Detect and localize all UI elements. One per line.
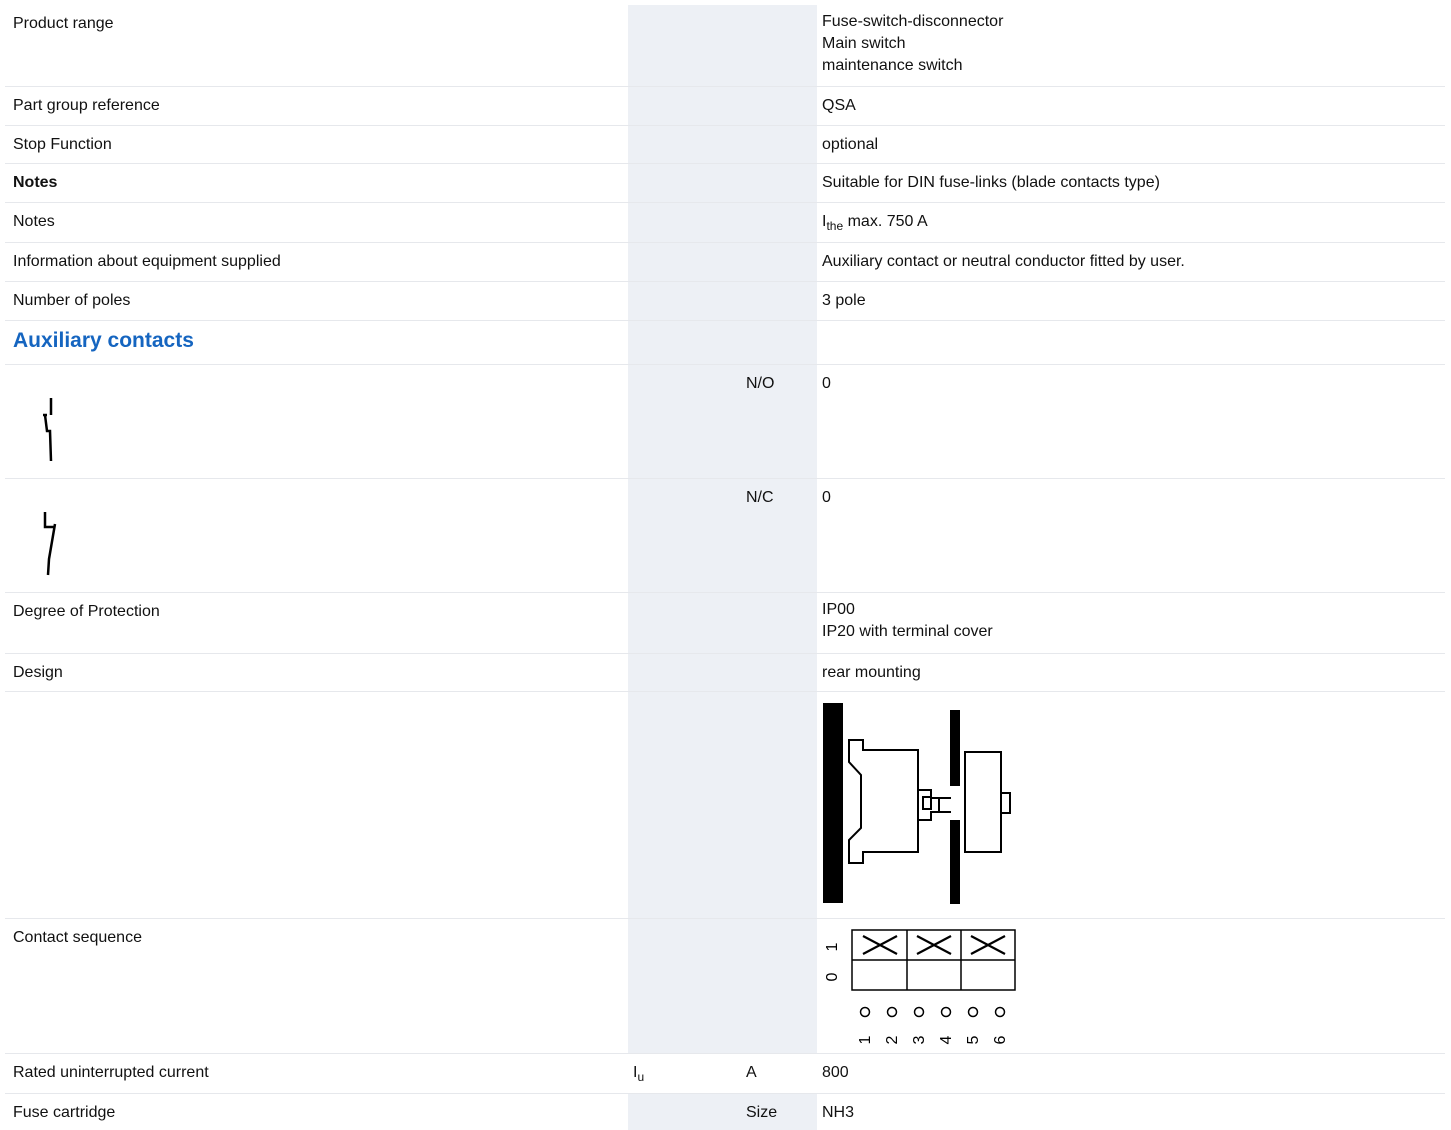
label-design: Design xyxy=(13,664,63,681)
value-line: IP20 with terminal cover xyxy=(822,623,993,640)
normally-closed-contact-icon xyxy=(43,512,57,576)
label-notes: Notes xyxy=(13,213,55,230)
value-line: Fuse-switch-disconnector xyxy=(822,13,1004,30)
row-equipment-supplied: Information about equipment supplied Aux… xyxy=(5,243,1445,282)
value-rated-current: 800 xyxy=(822,1064,849,1081)
value-line: Main switch xyxy=(822,35,906,52)
position-label: 1 xyxy=(824,942,841,951)
value-notes: Ithe max. 750 A xyxy=(822,211,1442,233)
label-poles: Number of poles xyxy=(13,292,131,309)
value-fuse-cartridge: NH3 xyxy=(822,1104,855,1121)
value-aux-nc: 0 xyxy=(822,489,831,506)
label-product-range: Product range xyxy=(13,15,114,32)
value-poles: 3 pole xyxy=(822,292,866,309)
terminal-number: 1 xyxy=(857,1035,874,1044)
value-equipment-supplied: Auxiliary contact or neutral conductor f… xyxy=(822,253,1185,270)
unit-nc: N/C xyxy=(746,489,774,506)
label-equipment-supplied: Information about equipment supplied xyxy=(13,253,281,270)
terminal-labels: 1 2 3 4 5 6 xyxy=(857,1006,1009,1044)
unit-rated-current: A xyxy=(746,1064,757,1081)
spec-sheet: Product range Fuse-switch-disconnector M… xyxy=(0,0,1451,1130)
value-protection: IP00 IP20 with terminal cover xyxy=(822,599,1442,643)
unit-fuse-cartridge: Size xyxy=(746,1104,778,1121)
label-protection: Degree of Protection xyxy=(13,603,160,620)
row-product-range: Product range Fuse-switch-disconnector M… xyxy=(5,5,1445,87)
value-line: maintenance switch xyxy=(822,57,963,74)
normally-open-contact-icon xyxy=(43,398,53,462)
row-part-group: Part group reference QSA xyxy=(5,87,1445,126)
current-subscript: u xyxy=(637,1070,645,1084)
label-notes-bold: Notes xyxy=(13,174,58,191)
row-notes: Notes Ithe max. 750 A xyxy=(5,203,1445,243)
row-rated-current: Rated uninterrupted current Iu A 800 xyxy=(5,1054,1445,1094)
row-stop-function: Stop Function optional xyxy=(5,126,1445,164)
terminal-number: 2 xyxy=(884,1035,901,1044)
row-design: Design rear mounting xyxy=(5,654,1445,692)
value-product-range: Fuse-switch-disconnector Main switch mai… xyxy=(822,11,1442,77)
value-stop-function: optional xyxy=(822,136,879,153)
terminal-number: 6 xyxy=(992,1035,1009,1044)
value-line: IP00 xyxy=(822,601,855,618)
value-notes-text: max. 750 A xyxy=(843,213,928,230)
value-part-group: QSA xyxy=(822,97,856,114)
rear-mounting-diagram-icon xyxy=(823,703,1011,904)
position-label: 0 xyxy=(824,972,841,981)
label-rated-current: Rated uninterrupted current xyxy=(13,1064,209,1081)
value-notes-bold: Suitable for DIN fuse-links (blade conta… xyxy=(822,174,1160,191)
section-heading-auxiliary-contacts: Auxiliary contacts xyxy=(13,329,194,352)
row-notes-bold: Notes Suitable for DIN fuse-links (blade… xyxy=(5,164,1445,203)
contact-sequence-diagram: 1 0 1 2 3 4 5 6 xyxy=(824,929,1016,1044)
terminal-number: 5 xyxy=(965,1035,982,1044)
current-subscript: the xyxy=(826,219,844,233)
closed-contact-marks xyxy=(862,935,1006,955)
value-aux-no: 0 xyxy=(822,375,831,392)
row-contact-sequence: Contact sequence 1 0 1 2 3 4 5 6 xyxy=(5,919,1445,1054)
row-design-diagram xyxy=(5,692,1445,919)
symbol-rated-current: Iu xyxy=(633,1062,733,1084)
value-design: rear mounting xyxy=(822,664,921,681)
row-protection: Degree of Protection IP00 IP20 with term… xyxy=(5,593,1445,654)
row-aux-no: N/O 0 xyxy=(5,365,1445,479)
label-stop-function: Stop Function xyxy=(13,136,112,153)
terminal-number: 4 xyxy=(938,1035,955,1044)
label-part-group: Part group reference xyxy=(13,97,160,114)
row-aux-nc: N/C 0 xyxy=(5,479,1445,593)
terminal-number: 3 xyxy=(911,1035,928,1044)
row-poles: Number of poles 3 pole xyxy=(5,282,1445,321)
row-fuse-cartridge: Fuse cartridge Size NH3 xyxy=(5,1094,1445,1130)
unit-no: N/O xyxy=(746,375,775,392)
row-aux-section: Auxiliary contacts xyxy=(5,321,1445,365)
label-fuse-cartridge: Fuse cartridge xyxy=(13,1104,116,1121)
label-contact-sequence: Contact sequence xyxy=(13,929,142,946)
